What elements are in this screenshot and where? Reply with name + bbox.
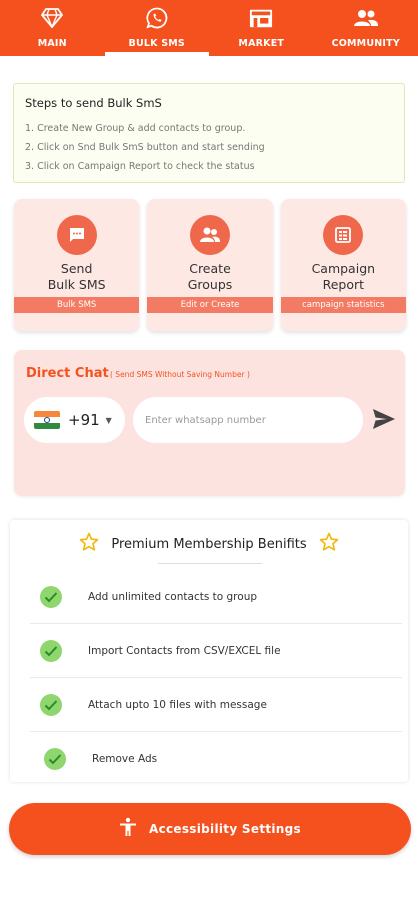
report-icon: [323, 215, 364, 255]
accessibility-label: Accessibility Settings: [149, 822, 301, 836]
steps-line: 2. Click on Snd Bulk SmS button and star…: [25, 142, 265, 153]
whatsapp-number-input[interactable]: [133, 397, 363, 443]
nav-tab-community[interactable]: COMMUNITY: [314, 0, 418, 56]
benefit-text: Import Contacts from CSV/EXCEL file: [88, 644, 281, 657]
store-icon: [249, 6, 273, 30]
nav-tab-label: COMMUNITY: [331, 38, 400, 49]
check-icon: [44, 748, 66, 770]
nav-tab-label: BULK SMS: [128, 38, 185, 49]
whatsapp-icon: [145, 6, 169, 30]
nav-tab-main[interactable]: MAIN: [0, 0, 105, 56]
accessibility-settings-button[interactable]: Accessibility Settings: [9, 803, 411, 855]
card-subtitle: Bulk SMS: [14, 297, 140, 313]
benefit-text: Add unlimited contacts to group: [88, 590, 258, 603]
top-nav: MAIN BULK SMS MARKET COMMUNITY: [0, 0, 418, 56]
steps-box: Steps to send Bulk SmS 1. Create New Gro…: [13, 83, 405, 183]
benefit-item: Add unlimited contacts to group: [30, 570, 402, 624]
divider: [158, 563, 262, 564]
nav-tab-bulk-sms[interactable]: BULK SMS: [104, 0, 210, 56]
country-code: +91: [68, 411, 100, 429]
diamond-icon: [40, 6, 64, 30]
nav-tab-label: MAIN: [37, 38, 67, 49]
star-icon: [319, 532, 339, 556]
create-groups-card[interactable]: Create Groups Edit or Create: [147, 199, 273, 331]
premium-title: Premium Membership Benifits: [111, 536, 307, 552]
steps-title: Steps to send Bulk SmS: [25, 96, 162, 110]
action-cards: Send Bulk SMS Bulk SMS Create Groups Edi…: [14, 199, 406, 331]
check-icon: [40, 693, 62, 716]
card-subtitle: campaign statistics: [280, 297, 406, 313]
country-code-picker[interactable]: +91 ▼: [24, 397, 125, 443]
check-icon: [40, 639, 62, 662]
card-title: Create Groups: [187, 261, 233, 292]
contacts-icon: [189, 215, 230, 255]
premium-benefits-panel: Premium Membership Benifits Add unlimite…: [10, 520, 408, 782]
card-subtitle: Edit or Create: [147, 297, 273, 313]
card-title: Send Bulk SMS: [47, 261, 106, 292]
steps-line: 1. Create New Group & add contacts to gr…: [25, 123, 246, 134]
nav-tab-label: MARKET: [238, 38, 285, 49]
message-icon: [56, 215, 97, 255]
send-icon[interactable]: [372, 408, 398, 432]
direct-chat-title: Direct Chat: [26, 366, 109, 381]
steps-line: 3. Click on Campaign Report to check the…: [25, 161, 255, 172]
accessibility-icon: [119, 817, 137, 841]
group-icon: [353, 6, 378, 30]
direct-chat-subtitle: ( Send SMS Without Saving Number ): [110, 370, 250, 379]
direct-chat-panel: Direct Chat ( Send SMS Without Saving Nu…: [14, 350, 405, 496]
premium-header: Premium Membership Benifits: [10, 530, 408, 558]
star-icon: [79, 532, 99, 556]
nav-tab-market[interactable]: MARKET: [209, 0, 314, 56]
benefit-text: Attach upto 10 files with message: [88, 698, 267, 711]
benefit-item: Remove Ads: [30, 732, 402, 786]
benefit-item: Import Contacts from CSV/EXCEL file: [30, 624, 402, 678]
check-icon: [40, 585, 62, 608]
chevron-down-icon: ▼: [105, 415, 112, 425]
card-title: Campaign Report: [311, 261, 376, 292]
benefit-text: Remove Ads: [92, 753, 158, 765]
benefit-item: Attach upto 10 files with message: [30, 678, 402, 732]
send-bulk-sms-card[interactable]: Send Bulk SMS Bulk SMS: [14, 199, 140, 331]
india-flag-icon: [34, 411, 60, 429]
campaign-report-card[interactable]: Campaign Report campaign statistics: [280, 199, 406, 331]
